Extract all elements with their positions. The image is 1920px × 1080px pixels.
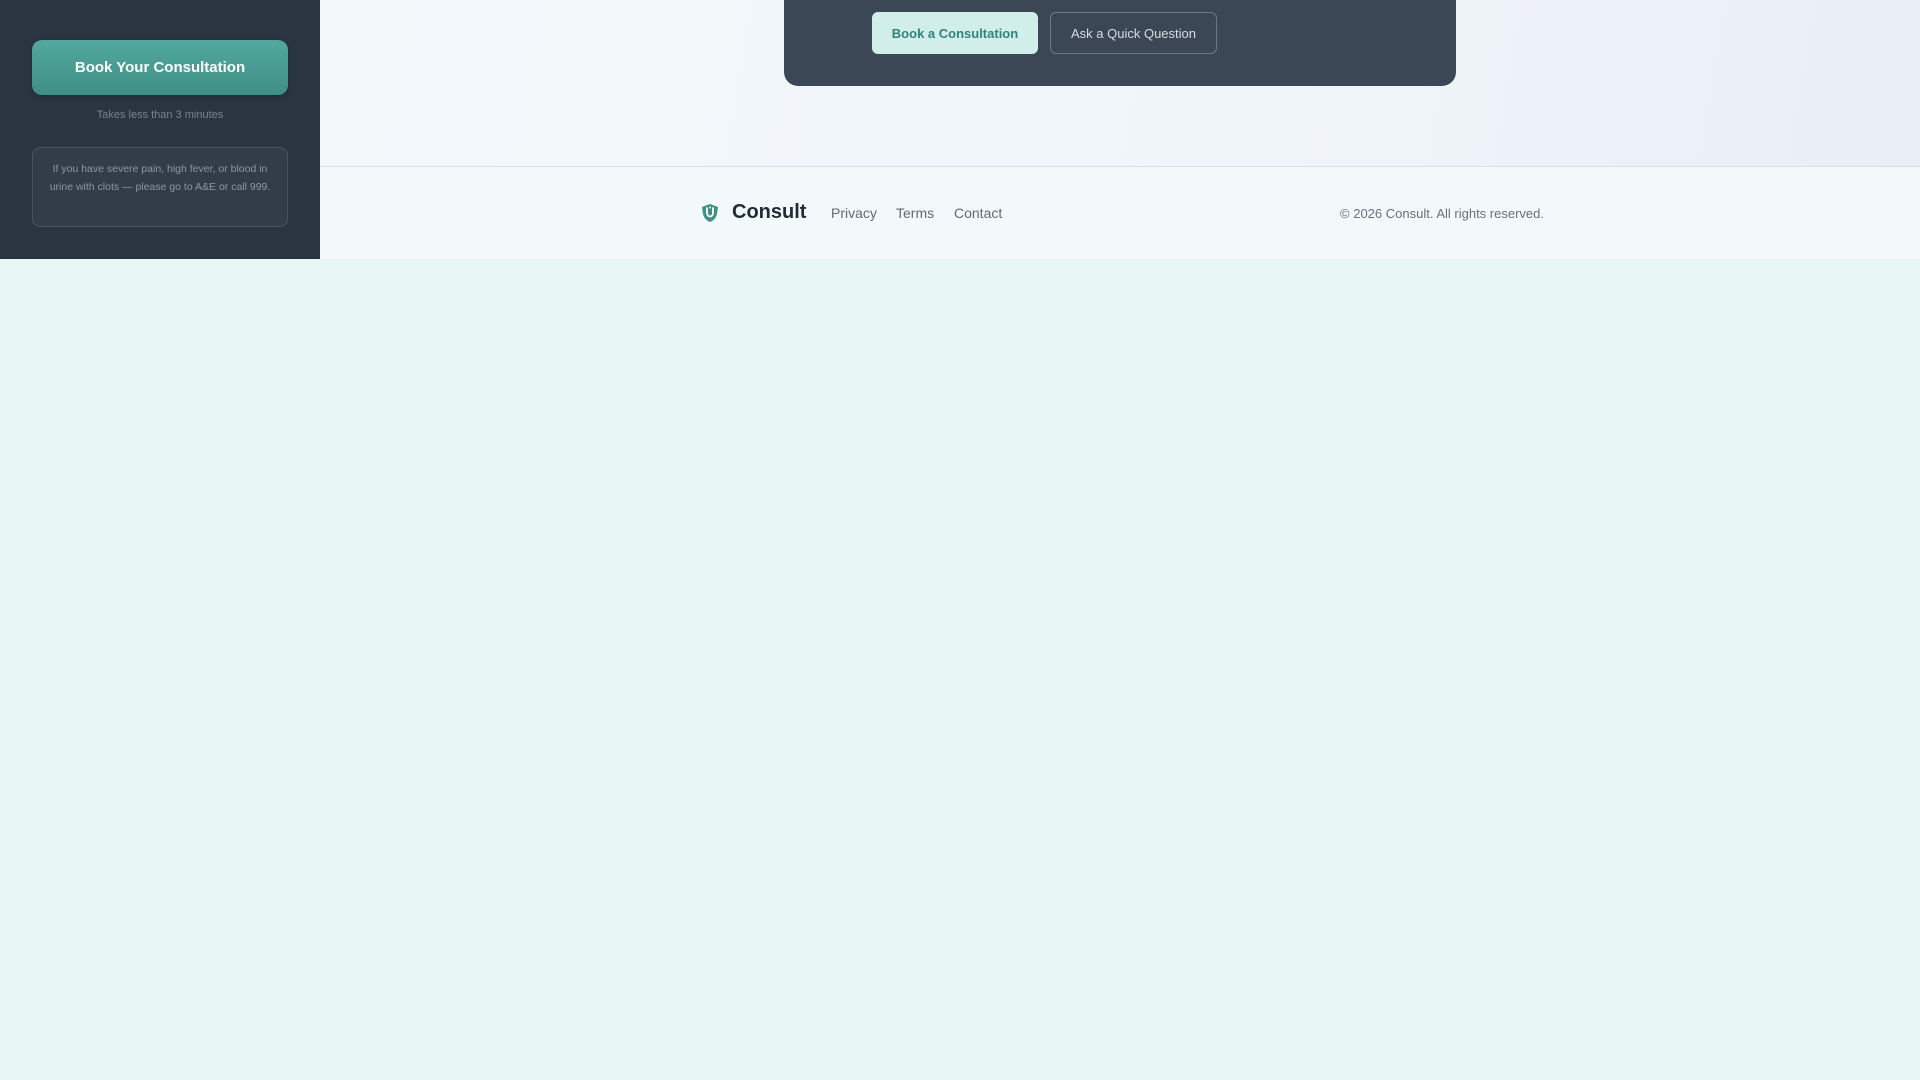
brand-name: Consult <box>732 201 807 223</box>
footer-link-contact[interactable]: Contact <box>954 205 1002 221</box>
footer: Consult Privacy Terms Contact © 2026 Con… <box>320 166 1920 259</box>
hero-card: Book a Consultation Ask a Quick Question <box>784 0 1456 86</box>
main-content: Book a Consultation Ask a Quick Question <box>320 0 1920 166</box>
sidebar: Book Your Consultation Takes less than 3… <box>0 0 320 259</box>
book-consultation-button[interactable]: Book a Consultation <box>872 12 1038 54</box>
footer-link-terms[interactable]: Terms <box>896 205 934 221</box>
copyright: © 2026 Consult. All rights reserved. <box>1340 206 1544 221</box>
shield-icon <box>702 203 718 222</box>
footer-brand[interactable]: Consult <box>700 201 806 224</box>
emergency-warning: If you have severe pain, high fever, or … <box>32 147 288 227</box>
ask-quick-question-button[interactable]: Ask a Quick Question <box>1050 12 1217 54</box>
book-your-consultation-button[interactable]: Book Your Consultation <box>32 40 288 95</box>
sidebar-note: Takes less than 3 minutes <box>96 109 224 121</box>
footer-link-privacy[interactable]: Privacy <box>831 205 877 221</box>
